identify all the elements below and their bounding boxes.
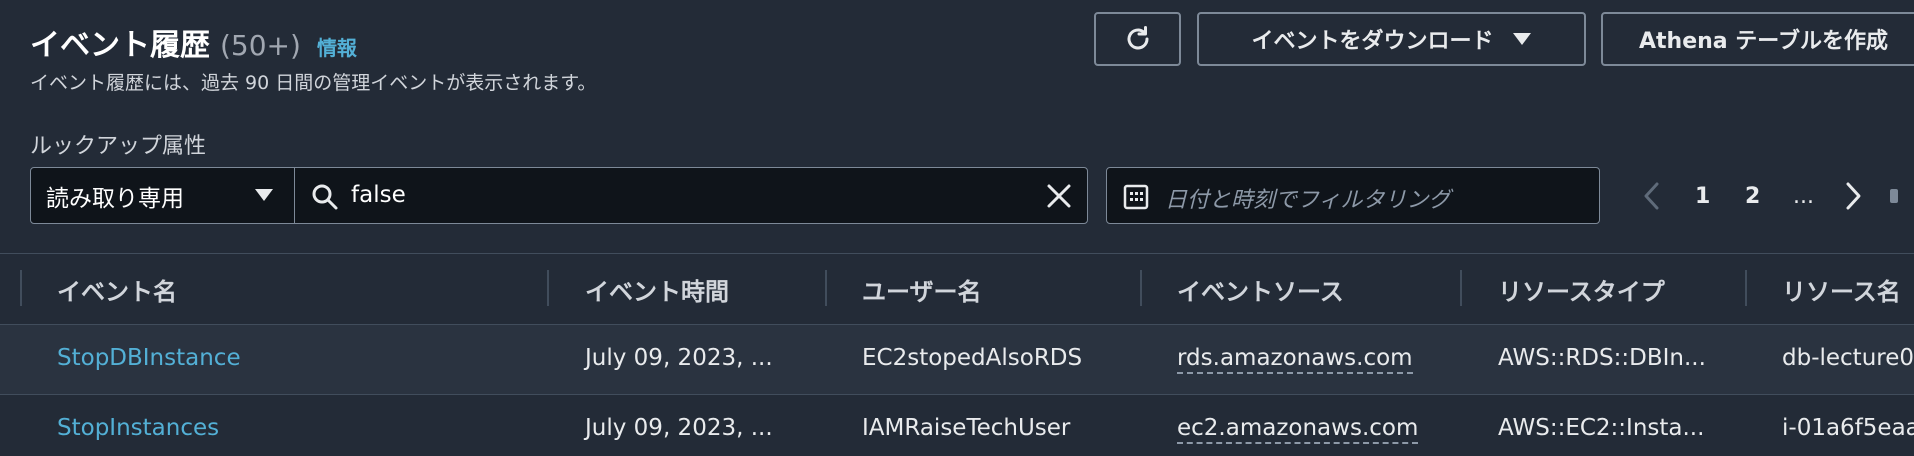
table-row[interactable]: StopInstances July 09, 2023, ... IAMRais… (0, 394, 1914, 456)
resource-name-cell: i-01a6f5eaa (1782, 415, 1914, 441)
date-range-filter[interactable]: 日付と時刻でフィルタリング (1106, 167, 1600, 224)
column-header-resource-name[interactable]: リソース名 (1782, 272, 1901, 307)
chevron-left-icon (1644, 182, 1659, 210)
column-divider (1745, 270, 1747, 306)
caret-down-icon (1512, 33, 1531, 45)
event-source-cell[interactable]: ec2.amazonaws.com (1177, 415, 1419, 444)
calendar-icon (1123, 184, 1149, 210)
create-athena-table-button[interactable]: Athena テーブルを作成 (1601, 12, 1914, 66)
user-name-cell: EC2stopedAlsoRDS (862, 345, 1083, 371)
refresh-button[interactable] (1094, 12, 1181, 66)
page-2-button[interactable]: 2 (1745, 178, 1760, 214)
event-name-link[interactable]: StopInstances (57, 415, 219, 441)
resource-type-cell: AWS::RDS::DBIn... (1498, 345, 1706, 371)
previous-page-button[interactable] (1642, 178, 1662, 214)
column-header-event-name[interactable]: イベント名 (57, 272, 177, 307)
column-header-user-name[interactable]: ユーザー名 (862, 272, 982, 307)
next-page-button[interactable] (1843, 178, 1863, 214)
lookup-attribute-select[interactable]: 読み取り専用 (30, 167, 295, 224)
column-divider (1460, 270, 1462, 306)
caret-down-icon (255, 189, 273, 201)
page-description: イベント履歴には、過去 90 日間の管理イベントが表示されます。 (30, 72, 597, 94)
event-time-cell: July 09, 2023, ... (585, 415, 773, 441)
column-header-event-time[interactable]: イベント時間 (585, 272, 729, 307)
search-icon (312, 184, 338, 210)
info-link[interactable]: 情報 (317, 32, 357, 61)
resource-type-cell: AWS::EC2::Insta... (1498, 415, 1705, 441)
page-header: イベント履歴 (50+) 情報 (30, 20, 357, 64)
page-title: イベント履歴 (30, 28, 210, 63)
clear-icon[interactable] (1045, 182, 1073, 210)
column-divider (547, 270, 549, 306)
lookup-value-search-field[interactable]: false (294, 167, 1088, 224)
date-filter-placeholder: 日付と時刻でフィルタリング (1165, 188, 1451, 213)
event-name-link[interactable]: StopDBInstance (57, 345, 241, 371)
lookup-attributes-label: ルックアップ属性 (30, 134, 207, 159)
column-divider (825, 270, 827, 306)
column-divider (20, 270, 22, 306)
column-divider (1140, 270, 1142, 306)
table-row[interactable]: StopDBInstance July 09, 2023, ... EC2sto… (0, 324, 1914, 395)
download-events-label: イベントをダウンロード (1251, 29, 1494, 54)
preferences-icon[interactable] (1890, 189, 1898, 203)
page-1-button[interactable]: 1 (1695, 178, 1710, 214)
create-athena-table-label: Athena テーブルを作成 (1639, 29, 1888, 54)
column-header-resource-type[interactable]: リソースタイプ (1498, 272, 1665, 307)
lookup-attribute-value: 読み取り専用 (46, 185, 184, 212)
event-history-page: イベント履歴 (50+) 情報 イベント履歴には、過去 90 日間の管理イベント… (0, 0, 1914, 456)
column-header-event-source[interactable]: イベントソース (1177, 272, 1344, 307)
resource-name-cell: db-lecture0 (1782, 345, 1914, 371)
event-count: (50+) (220, 29, 301, 62)
event-time-cell: July 09, 2023, ... (585, 345, 773, 371)
event-source-cell[interactable]: rds.amazonaws.com (1177, 345, 1413, 374)
download-events-button[interactable]: イベントをダウンロード (1197, 12, 1586, 66)
search-input-value[interactable]: false (351, 182, 406, 208)
user-name-cell: IAMRaiseTechUser (862, 415, 1071, 441)
chevron-right-icon (1846, 182, 1861, 210)
refresh-icon (1127, 26, 1148, 50)
pagination-ellipsis: ... (1793, 183, 1814, 209)
